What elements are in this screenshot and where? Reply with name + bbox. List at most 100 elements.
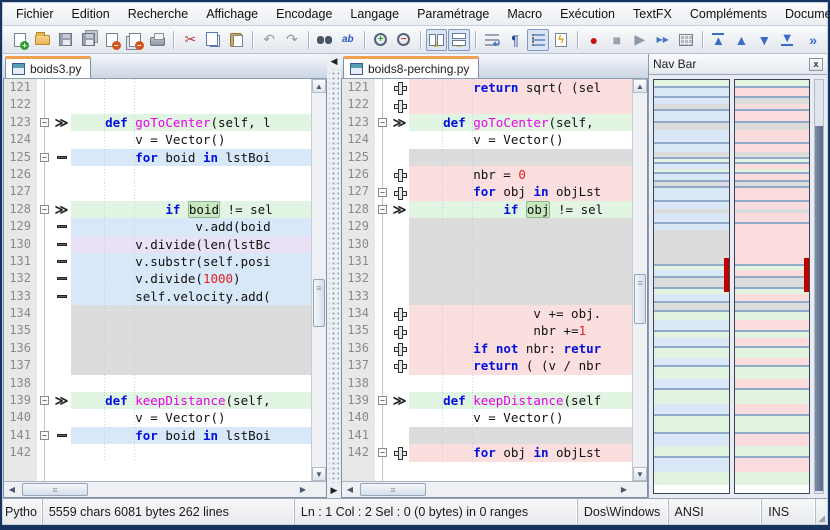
code-line[interactable]: 121 return sqrt( (sel: [342, 79, 632, 96]
splitter-grip[interactable]: [329, 69, 339, 483]
nav-minimap-column-right[interactable]: [734, 79, 811, 494]
code-editor-left[interactable]: 121122123 def goToCenter(self, l124 v = …: [4, 79, 326, 481]
code-line[interactable]: 130: [342, 236, 632, 253]
code-line[interactable]: 138: [342, 375, 632, 392]
zoom-in-icon[interactable]: [370, 29, 392, 51]
fold-collapse-icon[interactable]: [378, 396, 387, 405]
code-line[interactable]: 123 def goToCenter(self,: [342, 114, 632, 131]
menu-item-fichier[interactable]: Fichier: [7, 5, 63, 23]
code-line[interactable]: 128 if obj != sel: [342, 201, 632, 218]
code-line[interactable]: 133 self.velocity.add(: [4, 288, 311, 305]
run-macro-multiple-times-icon[interactable]: ▶▶: [652, 29, 674, 51]
menu-item-complments[interactable]: Compléments: [681, 5, 776, 23]
code-line[interactable]: 135: [4, 322, 311, 339]
close-file-icon[interactable]: [101, 29, 123, 51]
menu-item-documents[interactable]: Documents: [776, 5, 830, 23]
nav-bar-close-icon[interactable]: x: [809, 58, 823, 71]
scroll-right-icon[interactable]: ▶: [295, 482, 311, 497]
find-icon[interactable]: [314, 29, 336, 51]
code-line[interactable]: 125: [342, 149, 632, 166]
fold-collapse-icon[interactable]: [40, 396, 49, 405]
code-line[interactable]: 124 v = Vector(): [4, 131, 311, 148]
menu-item-affichage[interactable]: Affichage: [197, 5, 267, 23]
copy-icon[interactable]: [202, 29, 224, 51]
save-recorded-macro-icon[interactable]: [675, 29, 697, 51]
fold-collapse-icon[interactable]: [378, 188, 387, 197]
start-recording-icon[interactable]: ●: [583, 29, 605, 51]
save-file-icon[interactable]: [55, 29, 77, 51]
code-line[interactable]: 132 v.divide(1000): [4, 270, 311, 287]
scroll-right-icon[interactable]: ▶: [616, 482, 632, 497]
fold-collapse-icon[interactable]: [40, 118, 49, 127]
fold-collapse-icon[interactable]: [378, 448, 387, 457]
code-line[interactable]: 135 nbr +=1: [342, 322, 632, 339]
tab-boids3[interactable]: boids3.py: [5, 56, 91, 78]
doc-switch-left-icon[interactable]: ◀: [331, 56, 338, 67]
code-line[interactable]: 142 for obj in objLst: [342, 444, 632, 461]
fold-collapse-icon[interactable]: [40, 431, 49, 440]
code-line[interactable]: 128 if boid != sel: [4, 201, 311, 218]
pane-splitter[interactable]: ◀ ▶: [327, 54, 341, 498]
undo-icon[interactable]: ↶: [258, 29, 280, 51]
doc-switch-right-icon[interactable]: ▶: [331, 485, 338, 496]
playback-icon[interactable]: ▶: [629, 29, 651, 51]
scroll-thumb[interactable]: ≡: [22, 483, 88, 496]
cut-icon[interactable]: ✂: [179, 29, 201, 51]
scroll-down-icon[interactable]: ▼: [633, 467, 647, 481]
scroll-thumb[interactable]: [634, 274, 646, 324]
code-line[interactable]: 138: [4, 375, 311, 392]
menu-item-encodage[interactable]: Encodage: [267, 5, 341, 23]
code-line[interactable]: 133: [342, 288, 632, 305]
code-line[interactable]: 139 def keepDistance(self,: [4, 392, 311, 409]
nav-bar-scrollbar[interactable]: [814, 79, 824, 494]
show-indent-guide-icon[interactable]: [527, 29, 549, 51]
code-line[interactable]: 131: [342, 253, 632, 270]
code-line[interactable]: 127 for obj in objLst: [342, 183, 632, 200]
new-file-icon[interactable]: [9, 29, 31, 51]
print-icon[interactable]: [147, 29, 169, 51]
next-difference-icon[interactable]: ▼: [753, 29, 775, 51]
replace-icon[interactable]: ab: [337, 29, 359, 51]
scroll-up-icon[interactable]: ▲: [633, 79, 647, 93]
stop-recording-icon[interactable]: ■: [606, 29, 628, 51]
toolbar-overflow-icon[interactable]: »: [799, 29, 821, 51]
code-line[interactable]: 129: [342, 218, 632, 235]
menu-item-langage[interactable]: Langage: [341, 5, 408, 23]
code-editor-right[interactable]: 121 return sqrt( (sel122123 def goToCent…: [342, 79, 647, 481]
code-line[interactable]: 137 return ( (v / nbr: [342, 357, 632, 374]
nav-minimap-column-left[interactable]: [653, 79, 730, 494]
menu-item-edition[interactable]: Edition: [63, 5, 119, 23]
scroll-left-icon[interactable]: ◀: [342, 482, 358, 497]
tab-boids8-perching[interactable]: boids8-perching.py: [343, 56, 479, 78]
word-wrap-icon[interactable]: [481, 29, 503, 51]
horizontal-scrollbar[interactable]: ◀ ≡ ▶: [342, 481, 647, 497]
code-line[interactable]: 123 def goToCenter(self, l: [4, 114, 311, 131]
code-line[interactable]: 124 v = Vector(): [342, 131, 632, 148]
paste-icon[interactable]: [225, 29, 247, 51]
close-all-icon[interactable]: [124, 29, 146, 51]
code-line[interactable]: 139 def keepDistance(self: [342, 392, 632, 409]
first-difference-icon[interactable]: [708, 29, 730, 51]
vertical-scrollbar[interactable]: ▲ ▼: [632, 79, 647, 481]
save-all-icon[interactable]: [78, 29, 100, 51]
code-line[interactable]: 125 for boid in lstBoi: [4, 149, 311, 166]
zoom-out-icon[interactable]: [393, 29, 415, 51]
fold-collapse-icon[interactable]: [378, 205, 387, 214]
code-line[interactable]: 142: [4, 444, 311, 461]
code-line[interactable]: 136 if not nbr: retur: [342, 340, 632, 357]
code-line[interactable]: 121: [4, 79, 311, 96]
redo-icon[interactable]: ↷: [281, 29, 303, 51]
scroll-thumb[interactable]: [313, 279, 325, 327]
scroll-up-icon[interactable]: ▲: [312, 79, 326, 93]
code-line[interactable]: 131 v.substr(self.posi: [4, 253, 311, 270]
synchronize-vertical-scrolling-icon[interactable]: [426, 29, 448, 51]
scroll-thumb[interactable]: [815, 126, 823, 491]
menu-item-excution[interactable]: Exécution: [551, 5, 624, 23]
fold-collapse-icon[interactable]: [40, 205, 49, 214]
code-line[interactable]: 122: [4, 96, 311, 113]
scroll-thumb[interactable]: ≡: [360, 483, 426, 496]
code-line[interactable]: 140 v = Vector(): [342, 409, 632, 426]
menu-item-macro[interactable]: Macro: [498, 5, 551, 23]
menu-item-paramtrage[interactable]: Paramétrage: [408, 5, 498, 23]
code-line[interactable]: 129 v.add(boid: [4, 218, 311, 235]
